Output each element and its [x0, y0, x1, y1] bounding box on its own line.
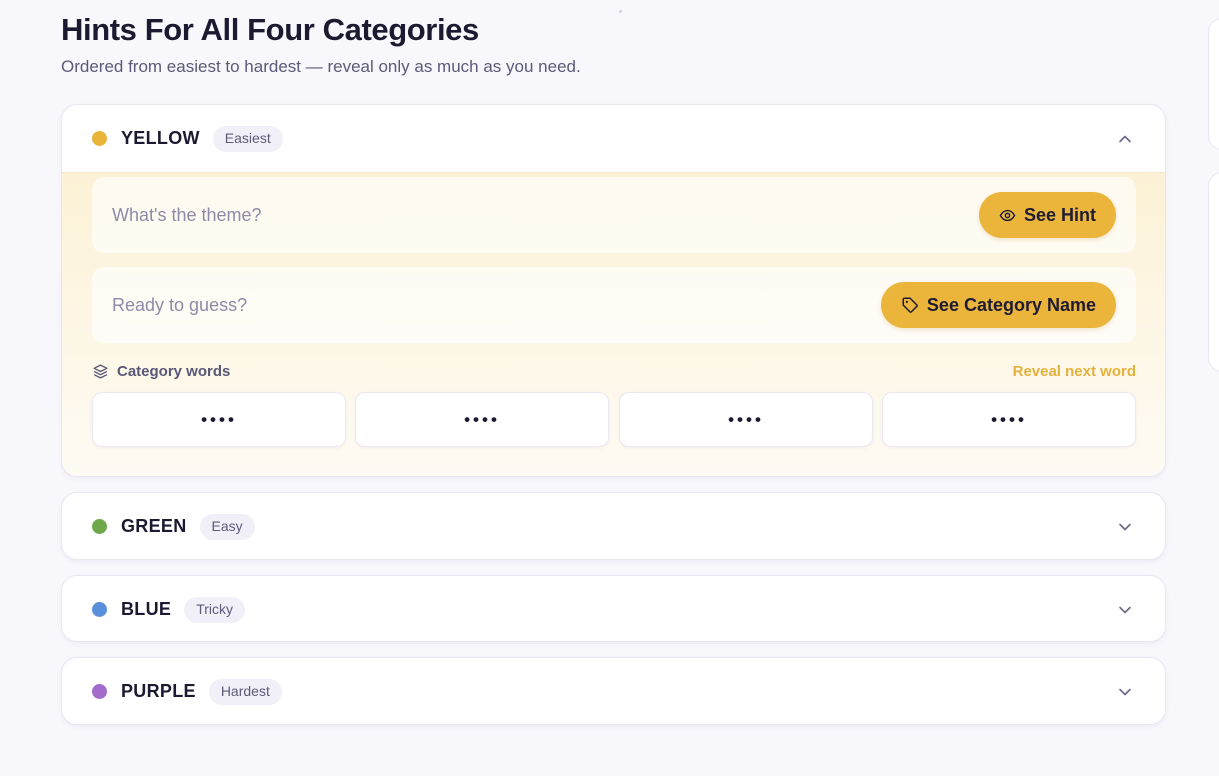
eye-icon: [999, 209, 1016, 221]
category-header-green[interactable]: GREEN Easy: [62, 493, 1165, 559]
color-dot: [92, 131, 107, 146]
theme-row: What's the theme? See Hint: [92, 177, 1136, 253]
guess-prompt: Ready to guess?: [112, 294, 248, 315]
color-dot: [92, 602, 107, 617]
theme-prompt: What's the theme?: [112, 204, 262, 225]
color-dot: [92, 519, 107, 534]
word-tile[interactable]: ••••: [355, 392, 609, 447]
side-card: [1208, 172, 1219, 372]
category-panel-green: GREEN Easy: [61, 492, 1166, 560]
tag-icon: [902, 297, 918, 313]
guess-row: Ready to guess? See Category Name: [92, 267, 1136, 343]
category-color-name: BLUE: [121, 599, 172, 619]
layers-icon: [93, 364, 108, 379]
decorative-dot: [619, 10, 622, 13]
chevron-down-icon[interactable]: [1117, 519, 1133, 535]
chevron-down-icon[interactable]: [1117, 602, 1133, 618]
words-header: Category words Reveal next word: [92, 363, 1136, 383]
category-panel-purple: PURPLE Hardest: [61, 657, 1166, 725]
word-tile[interactable]: ••••: [882, 392, 1136, 447]
difficulty-badge: Hardest: [208, 678, 282, 705]
category-panel-blue: BLUE Tricky: [61, 575, 1166, 642]
see-hint-label: See Hint: [1023, 204, 1096, 225]
reveal-next-word-link[interactable]: Reveal next word: [1013, 363, 1136, 380]
difficulty-badge: Easy: [199, 513, 255, 540]
see-category-name-button[interactable]: See Category Name: [880, 282, 1116, 328]
page-header: Hints For All Four Categories Ordered fr…: [61, 12, 581, 78]
category-panel-yellow: YELLOW Easiest What's the theme? See Hin…: [61, 104, 1166, 477]
see-hint-button[interactable]: See Hint: [978, 192, 1116, 238]
category-header-blue[interactable]: BLUE Tricky: [62, 576, 1165, 641]
page-subtitle: Ordered from easiest to hardest — reveal…: [61, 57, 581, 76]
color-dot: [92, 684, 107, 699]
category-color-name: PURPLE: [121, 681, 196, 701]
category-words-heading: Category words: [92, 363, 230, 380]
see-category-name-label: See Category Name: [926, 294, 1096, 315]
word-tile[interactable]: ••••: [619, 392, 873, 447]
chevron-down-icon[interactable]: [1117, 684, 1133, 700]
category-header-purple[interactable]: PURPLE Hardest: [62, 658, 1165, 724]
category-body-yellow: What's the theme? See Hint Ready to gues…: [62, 172, 1165, 476]
category-header-yellow[interactable]: YELLOW Easiest: [62, 105, 1165, 172]
word-tile[interactable]: ••••: [92, 392, 346, 447]
side-card: [1208, 18, 1219, 150]
category-color-name: YELLOW: [121, 128, 200, 148]
difficulty-badge: Tricky: [184, 596, 246, 623]
category-color-name: GREEN: [121, 516, 187, 536]
difficulty-badge: Easiest: [212, 125, 283, 152]
page-title: Hints For All Four Categories: [61, 12, 479, 47]
chevron-up-icon[interactable]: [1117, 131, 1133, 147]
category-words-label: Category words: [117, 363, 231, 380]
